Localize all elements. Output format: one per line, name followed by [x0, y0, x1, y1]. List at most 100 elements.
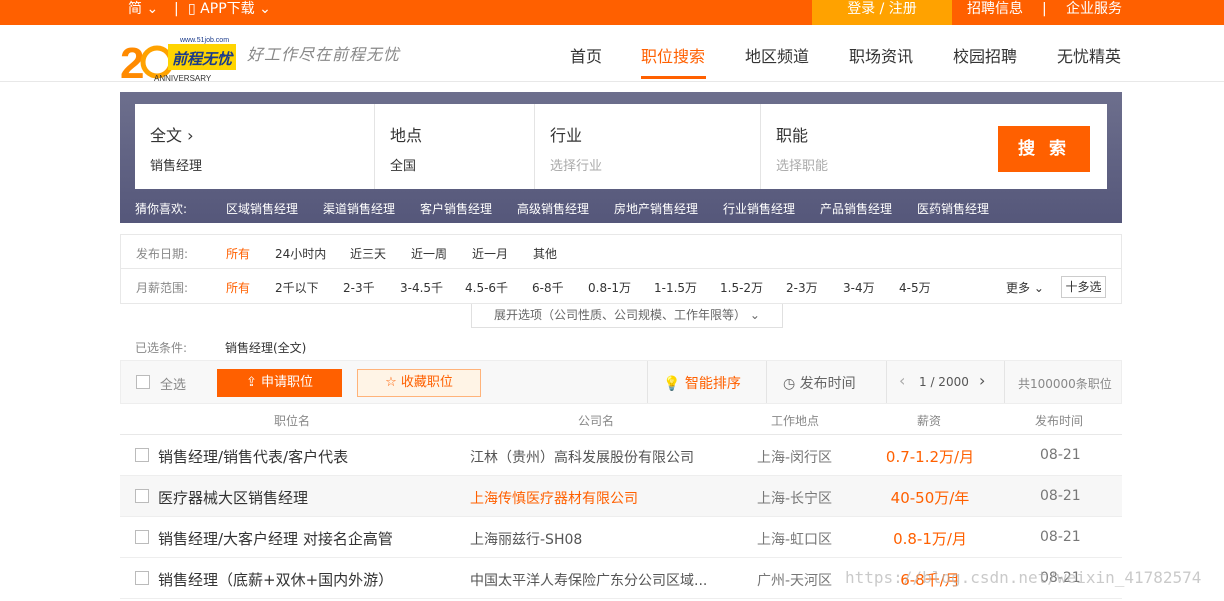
nav-region[interactable]: 地区频道: [745, 43, 809, 67]
date-option[interactable]: 24小时内: [275, 245, 326, 262]
expand-options-button[interactable]: 展开选项（公司性质、公司规模、工作年限等） ⌄: [471, 304, 783, 328]
location-field[interactable]: 地点 全国: [375, 104, 535, 189]
job-salary: 40-50万/年: [890, 489, 970, 507]
toolbar-divider: [766, 361, 767, 403]
guess-item[interactable]: 房地产销售经理: [614, 200, 698, 217]
search-button[interactable]: 搜 索: [998, 126, 1090, 172]
function-placeholder[interactable]: 选择职能: [776, 155, 828, 174]
chevron-down-icon: ⌄: [146, 1, 159, 17]
recruit-info-link[interactable]: 招聘信息: [967, 0, 1023, 25]
location-value[interactable]: 全国: [390, 155, 416, 174]
guess-item[interactable]: 产品销售经理: [820, 200, 892, 217]
col-date-header: 发布时间: [1035, 414, 1084, 428]
nav-job-search[interactable]: 职位搜索: [641, 43, 705, 67]
guess-item[interactable]: 行业销售经理: [723, 200, 795, 217]
date-option[interactable]: 所有: [226, 245, 250, 262]
apply-job-button[interactable]: ⇪ 申请职位: [217, 369, 342, 397]
nav-active-indicator: [641, 76, 706, 79]
function-field[interactable]: 职能 选择职能: [761, 104, 981, 189]
collect-job-button[interactable]: ☆ 收藏职位: [357, 369, 481, 397]
login-register-button[interactable]: 登录 / 注册: [812, 0, 952, 25]
result-toolbar: 全选 ⇪ 申请职位 ☆ 收藏职位 💡 智能排序 ◷ 发布时间 ‹ 1 / 200…: [120, 360, 1122, 404]
col-title-header: 职位名: [274, 414, 311, 428]
guess-item[interactable]: 客户销售经理: [420, 200, 492, 217]
date-option[interactable]: 近三天: [350, 245, 386, 262]
smart-sort-button[interactable]: 💡 智能排序: [663, 373, 741, 393]
nav-home[interactable]: 首页: [570, 43, 602, 67]
job-title-link[interactable]: 医疗器械大区销售经理: [158, 487, 308, 508]
date-filter-row: 发布日期: 所有 24小时内 近三天 近一周 近一月 其他: [120, 234, 1122, 269]
table-row[interactable]: 销售经理/大客户经理 对接名企高管 上海丽兹行-SH08 上海-虹口区 0.8-…: [120, 517, 1122, 558]
star-icon: ☆: [385, 375, 397, 390]
prev-page-icon[interactable]: ‹: [899, 371, 905, 390]
company-link[interactable]: 上海丽兹行-SH08: [470, 529, 582, 549]
toolbar-divider: [886, 361, 887, 403]
table-row[interactable]: 医疗器械大区销售经理 上海传慎医疗器材有限公司 上海-长宁区 40-50万/年 …: [120, 476, 1122, 517]
guess-label: 猜你喜欢:: [135, 202, 188, 216]
salary-option[interactable]: 2-3千: [343, 279, 375, 296]
job-date: 08-21: [1040, 488, 1081, 504]
row-checkbox[interactable]: [135, 530, 149, 544]
site-logo[interactable]: 2 www.51job.com 前程无忧 ANNIVERSARY: [120, 32, 240, 88]
salary-option[interactable]: 1-1.5万: [654, 279, 697, 296]
more-filter-button[interactable]: 更多 ⌄: [1006, 279, 1044, 296]
language-switch[interactable]: 简 ⌄: [128, 0, 158, 25]
row-checkbox[interactable]: [135, 448, 149, 462]
job-title-link[interactable]: 销售经理/大客户经理 对接名企高管: [158, 528, 393, 549]
guess-item[interactable]: 区域销售经理: [226, 200, 298, 217]
salary-filter-row: 月薪范围: 所有 2千以下 2-3千 3-4.5千 4.5-6千 6-8千 0.…: [120, 269, 1122, 304]
pub-time-sort-button[interactable]: ◷ 发布时间: [783, 373, 856, 393]
nav-elite[interactable]: 无忧精英: [1057, 43, 1121, 67]
industry-placeholder[interactable]: 选择行业: [550, 155, 602, 174]
job-title-link[interactable]: 销售经理/销售代表/客户代表: [158, 446, 348, 467]
row-checkbox[interactable]: [135, 571, 149, 585]
selected-condition-tag[interactable]: 销售经理(全文): [225, 339, 306, 356]
salary-option[interactable]: 2千以下: [275, 279, 319, 296]
next-page-icon[interactable]: ›: [979, 371, 985, 390]
salary-option[interactable]: 3-4万: [843, 279, 875, 296]
table-row[interactable]: 销售经理/销售代表/客户代表 江林（贵州）高科发展股份有限公司 上海-闵行区 0…: [120, 435, 1122, 476]
enterprise-service-link[interactable]: 企业服务: [1066, 0, 1122, 25]
date-option[interactable]: 近一月: [472, 245, 508, 262]
col-location-header: 工作地点: [771, 414, 820, 428]
toolbar-divider: [1004, 361, 1005, 403]
company-link[interactable]: 江林（贵州）高科发展股份有限公司: [470, 447, 694, 467]
fulltext-value[interactable]: 销售经理: [150, 155, 202, 174]
location-label: 地点: [390, 126, 423, 145]
logo-url: www.51job.com: [179, 37, 229, 44]
topbar-separator: |: [1042, 1, 1047, 17]
date-option[interactable]: 其他: [533, 245, 557, 262]
guess-item[interactable]: 渠道销售经理: [323, 200, 395, 217]
guess-item[interactable]: 高级销售经理: [517, 200, 589, 217]
date-option[interactable]: 近一周: [411, 245, 447, 262]
salary-option[interactable]: 0.8-1万: [588, 279, 631, 296]
toolbar-divider: [647, 361, 648, 403]
industry-field[interactable]: 行业 选择行业: [535, 104, 761, 189]
date-filter-label: 发布日期:: [136, 247, 189, 261]
job-location: 上海-闵行区: [757, 450, 833, 466]
nav-career-news[interactable]: 职场资讯: [849, 43, 913, 67]
select-all-checkbox[interactable]: [136, 375, 150, 389]
company-link[interactable]: 中国太平洋人寿保险广东分公司区域...: [470, 570, 707, 590]
chevron-right-icon: ›: [187, 126, 194, 145]
guess-item[interactable]: 医药销售经理: [917, 200, 989, 217]
job-table-header: 职位名 公司名 工作地点 薪资 发布时间: [120, 404, 1122, 435]
nav-campus[interactable]: 校园招聘: [953, 43, 1017, 67]
company-link[interactable]: 上海传慎医疗器材有限公司: [470, 488, 638, 508]
job-title-link[interactable]: 销售经理（底薪+双休+国内外游）: [158, 569, 393, 590]
fulltext-field[interactable]: 全文 › 销售经理: [135, 104, 375, 189]
salary-option[interactable]: 3-4.5千: [400, 279, 443, 296]
salary-option[interactable]: 2-3万: [786, 279, 818, 296]
app-download-link[interactable]: ▯ APP下载 ⌄: [188, 0, 271, 25]
salary-option[interactable]: 所有: [226, 279, 250, 296]
salary-option[interactable]: 6-8千: [532, 279, 564, 296]
pub-time-label: 发布时间: [799, 376, 856, 392]
search-panel: 全文 › 销售经理 地点 全国 行业 选择行业 职能 选择职能 搜 索 猜你喜欢…: [120, 92, 1122, 223]
salary-option[interactable]: 4.5-6千: [465, 279, 508, 296]
app-download-label: APP下载: [200, 1, 255, 17]
row-checkbox[interactable]: [135, 489, 149, 503]
salary-option[interactable]: 1.5-2万: [720, 279, 763, 296]
multi-select-button[interactable]: 十多选: [1061, 276, 1106, 298]
salary-option[interactable]: 4-5万: [899, 279, 931, 296]
search-box: 全文 › 销售经理 地点 全国 行业 选择行业 职能 选择职能 搜 索: [135, 104, 1107, 189]
